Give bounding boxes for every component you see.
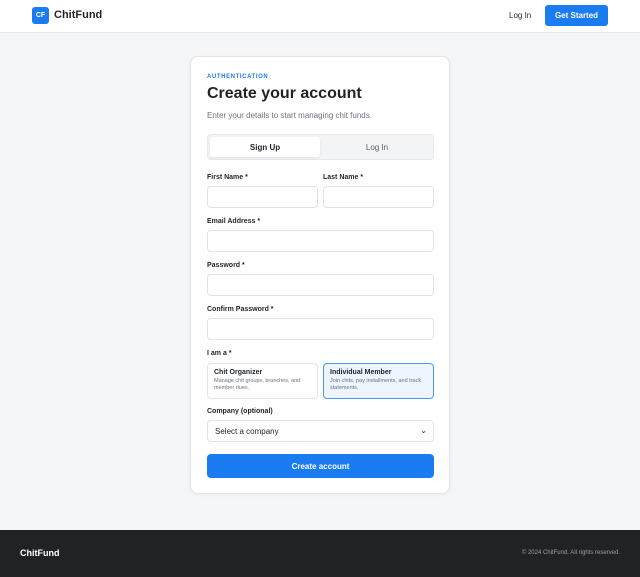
logo-icon[interactable]: CF <box>32 7 49 24</box>
password-field[interactable] <box>207 274 434 296</box>
role-option-description: Manage chit groups, branches, and member… <box>214 378 301 391</box>
last-name-label: Last Name * <box>323 174 364 181</box>
create-account-button[interactable]: Create account <box>207 454 434 478</box>
company-select[interactable]: Select a company ⌄ <box>207 420 434 442</box>
page-title: Create your account <box>207 85 362 102</box>
tab-sign-up[interactable]: Sign Up <box>210 137 320 157</box>
page-subtitle: Enter your details to start managing chi… <box>207 111 372 120</box>
site-footer: ChitFund © 2024 ChitFund. All rights res… <box>0 530 640 577</box>
confirm-password-label: Confirm Password * <box>207 306 274 313</box>
first-name-label: First Name * <box>207 174 248 181</box>
get-started-button[interactable]: Get Started <box>545 5 608 26</box>
section-eyebrow: AUTHENTICATION <box>207 74 269 80</box>
password-label: Password * <box>207 262 245 269</box>
top-nav: CF ChitFund Log In Get Started <box>0 0 640 33</box>
role-option-organizer[interactable]: Chit Organizer Manage chit groups, branc… <box>207 363 318 399</box>
first-name-field[interactable] <box>207 186 318 208</box>
brand-name[interactable]: ChitFund <box>54 9 102 21</box>
email-field[interactable] <box>207 230 434 252</box>
company-select-value: Select a company <box>215 426 279 436</box>
company-label: Company (optional) <box>207 408 273 415</box>
role-option-title: Individual Member <box>330 369 392 376</box>
role-option-title: Chit Organizer <box>214 369 263 376</box>
nav-login-link[interactable]: Log In <box>509 11 531 20</box>
role-option-member[interactable]: Individual Member Join chits, pay instal… <box>323 363 434 399</box>
tab-log-in[interactable]: Log In <box>322 137 432 157</box>
confirm-password-field[interactable] <box>207 318 434 340</box>
chevron-down-icon: ⌄ <box>420 426 427 435</box>
auth-tabs: Sign Up Log In <box>207 134 434 160</box>
role-label: I am a * <box>207 350 232 357</box>
footer-copyright: © 2024 ChitFund. All rights reserved. <box>521 550 620 556</box>
signup-card: AUTHENTICATION Create your account Enter… <box>190 56 450 494</box>
email-label: Email Address * <box>207 218 261 225</box>
footer-brand: ChitFund <box>20 548 60 558</box>
role-option-description: Join chits, pay installments, and track … <box>330 378 422 391</box>
last-name-field[interactable] <box>323 186 434 208</box>
